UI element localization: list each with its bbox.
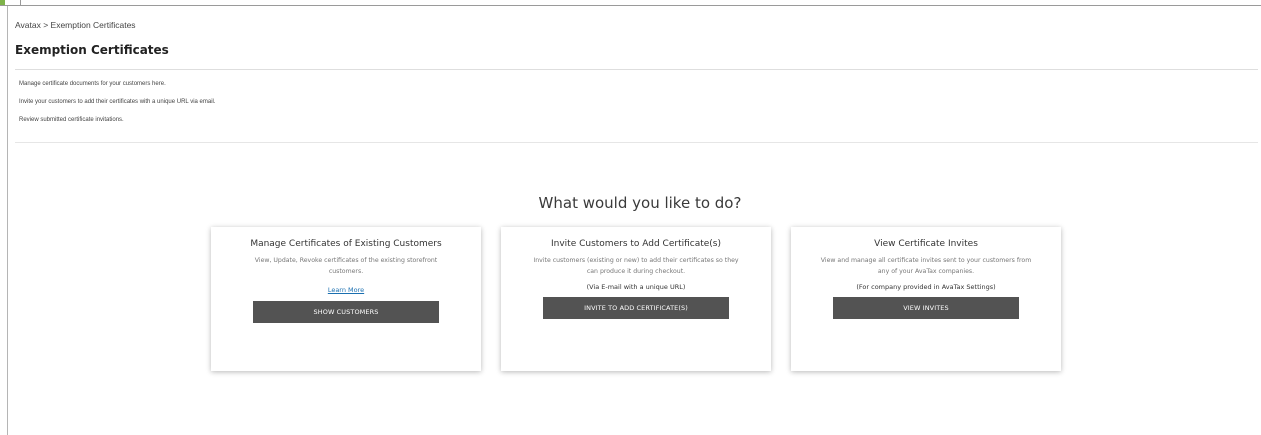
show-customers-button[interactable]: SHOW CUSTOMERS	[253, 301, 439, 323]
divider	[20, 0, 21, 5]
browser-top-strip	[0, 0, 1261, 6]
card-title: View Certificate Invites	[874, 239, 978, 249]
invite-to-add-certificates-button[interactable]: INVITE TO ADD CERTIFICATE(S)	[543, 297, 729, 319]
app-icon	[0, 0, 5, 5]
card-note: (For company provided in AvaTax Settings…	[856, 283, 996, 291]
card-view-invites: View Certificate Invites View and manage…	[791, 227, 1061, 371]
view-invites-button[interactable]: VIEW INVITES	[833, 297, 1019, 319]
card-invite-customers: Invite Customers to Add Certificate(s) I…	[501, 227, 771, 371]
question-heading: What would you like to do?	[538, 194, 742, 212]
card-note: (Via E-mail with a unique URL)	[586, 283, 686, 291]
divider	[15, 69, 1258, 70]
card-title: Invite Customers to Add Certificate(s)	[550, 239, 722, 249]
intro-line: Review submitted certificate invitations…	[19, 117, 124, 123]
card-title: Manage Certificates of Existing Customer…	[250, 239, 442, 249]
card-description: View, Update, Revoke certificates of the…	[254, 257, 438, 275]
left-border	[7, 6, 8, 435]
card-description: View and manage all certificate invites …	[820, 257, 1032, 275]
intro-line: Manage certificate documents for your cu…	[19, 81, 166, 87]
intro-line: Invite your customers to add their certi…	[19, 99, 216, 105]
learn-more-link[interactable]: Learn More	[328, 286, 364, 294]
page-title: Exemption Certificates	[15, 43, 169, 57]
divider	[15, 142, 1258, 143]
card-manage-certificates: Manage Certificates of Existing Customer…	[211, 227, 481, 371]
breadcrumb[interactable]: Avatax > Exemption Certificates	[15, 20, 136, 30]
card-description: Invite customers (existing or new) to ad…	[533, 257, 739, 275]
